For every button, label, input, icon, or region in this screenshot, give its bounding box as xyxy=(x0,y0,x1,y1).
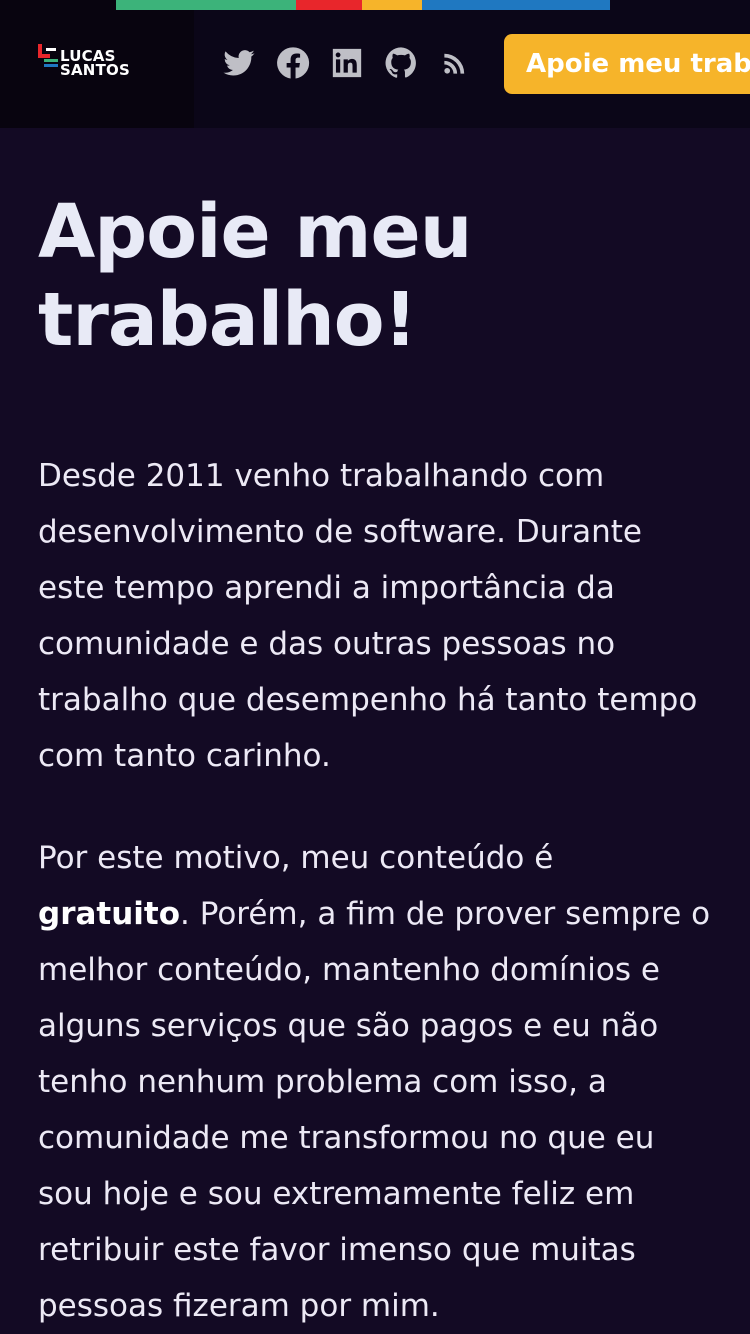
facebook-icon xyxy=(277,47,310,79)
twitter-icon xyxy=(223,50,255,76)
color-strip xyxy=(116,0,610,10)
free-emphasis: gratuito xyxy=(38,896,181,932)
logo-text: LUCAS SANTOS xyxy=(60,49,130,79)
social-links xyxy=(222,46,472,80)
twitter-link[interactable] xyxy=(222,46,256,80)
strip-green xyxy=(116,0,296,10)
paragraph-intro: Desde 2011 venho trabalhando com desenvo… xyxy=(38,458,698,774)
rss-link[interactable] xyxy=(438,46,472,80)
logo-mark-icon xyxy=(38,44,58,67)
strip-yellow xyxy=(362,0,422,10)
viewport: LUCAS SANTOS Apoie meu trab Apoie meu tr… xyxy=(0,0,750,1334)
github-link[interactable] xyxy=(384,46,418,80)
rss-icon xyxy=(444,53,465,74)
support-button[interactable]: Apoie meu trabalho xyxy=(504,34,750,94)
linkedin-icon xyxy=(332,48,362,78)
main-content: Desde 2011 venho trabalhando com desenvo… xyxy=(38,448,712,1334)
linkedin-link[interactable] xyxy=(330,46,364,80)
paragraph-motivation-start: Por este motivo, meu conteúdo é xyxy=(38,840,554,876)
logo-line-2: SANTOS xyxy=(60,61,130,79)
logo-link[interactable]: LUCAS SANTOS xyxy=(0,0,194,128)
page-title: Apoie meu trabalho! xyxy=(38,189,472,363)
strip-blue xyxy=(422,0,610,10)
github-icon xyxy=(385,47,416,78)
paragraph-motivation: Por este motivo, meu conteúdo é gratuito… xyxy=(38,830,712,1334)
paragraph-motivation-end: . Porém, a fim de prover sempre o melhor… xyxy=(38,896,711,1324)
site-header: LUCAS SANTOS Apoie meu trab xyxy=(0,0,750,128)
facebook-link[interactable] xyxy=(276,46,310,80)
strip-red xyxy=(296,0,362,10)
